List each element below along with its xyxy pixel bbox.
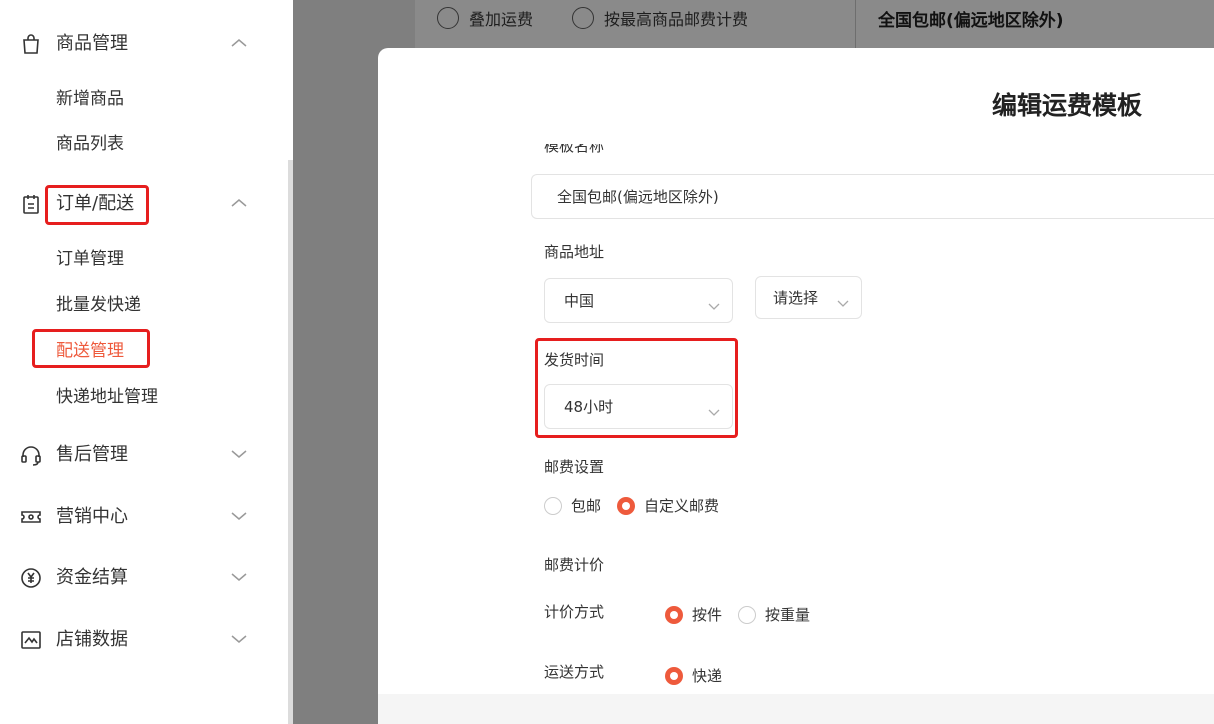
template-name-label: 模板名称 bbox=[544, 144, 605, 155]
sidebar-scrollbar[interactable] bbox=[288, 160, 293, 724]
sidebar-item-batch-shipping[interactable]: 批量发快递 bbox=[56, 293, 141, 317]
template-name-value: 全国包邮(偏远地区除外) bbox=[557, 188, 719, 206]
radio-icon bbox=[437, 7, 459, 29]
chevron-down-icon[interactable] bbox=[229, 569, 249, 585]
chevron-down-icon[interactable] bbox=[229, 508, 249, 524]
sidebar-group-store-data[interactable]: 店铺数据 bbox=[0, 619, 288, 659]
shopping-bag-icon bbox=[19, 32, 43, 56]
pricing-option-by-piece[interactable]: 按件 bbox=[665, 604, 722, 625]
background-radio-label: 叠加运费 bbox=[469, 10, 534, 29]
sidebar-item-add-product[interactable]: 新增商品 bbox=[56, 87, 124, 111]
region-placeholder: 请选择 bbox=[773, 289, 819, 307]
postage-option-label: 自定义邮费 bbox=[644, 497, 720, 515]
postage-pricing-label: 邮费计价 bbox=[544, 556, 605, 574]
chevron-down-icon[interactable] bbox=[229, 631, 249, 647]
sidebar-group-label: 售后管理 bbox=[56, 444, 128, 465]
postage-option-free[interactable]: 包邮 bbox=[544, 495, 601, 516]
country-value: 中国 bbox=[564, 292, 595, 310]
pricing-option-label: 按重量 bbox=[765, 606, 811, 624]
template-name-input[interactable]: 全国包邮(偏远地区除外) bbox=[531, 174, 1214, 219]
delivery-method-label: 运送方式 bbox=[544, 663, 605, 681]
chevron-down-icon bbox=[708, 297, 720, 310]
chevron-down-icon bbox=[837, 294, 849, 307]
background-radio-stack: 叠加运费 bbox=[437, 0, 533, 36]
pricing-option-label: 按件 bbox=[692, 606, 723, 624]
chevron-down-icon[interactable] bbox=[229, 446, 249, 462]
delivery-option-label: 快递 bbox=[692, 667, 723, 685]
sidebar-item-product-list[interactable]: 商品列表 bbox=[56, 132, 124, 156]
sidebar-item-express-address[interactable]: 快递地址管理 bbox=[56, 385, 158, 409]
radio-icon bbox=[572, 7, 594, 29]
sidebar-group-label: 资金结算 bbox=[56, 567, 128, 588]
radio-selected-icon bbox=[665, 666, 683, 685]
postage-option-label: 包邮 bbox=[571, 497, 602, 515]
sidebar-group-label: 店铺数据 bbox=[56, 629, 128, 650]
sidebar-group-label: 商品管理 bbox=[56, 33, 128, 54]
highlight-box bbox=[535, 338, 738, 438]
modal-footer bbox=[378, 694, 1214, 724]
sidebar: 商品管理 新增商品 商品列表 订单/配送 订单管理 批量发快递 配送管理 快递地… bbox=[0, 0, 293, 724]
sidebar-group-marketing[interactable]: 营销中心 bbox=[0, 496, 288, 536]
background-template-panel bbox=[415, 0, 1214, 48]
background-radio-highest: 按最高商品邮费计费 bbox=[572, 0, 748, 36]
background-divider bbox=[855, 0, 856, 48]
modal-title: 编辑运费模板 bbox=[992, 91, 1143, 120]
postage-setting-label: 邮费设置 bbox=[544, 458, 605, 476]
sidebar-group-after-sales[interactable]: 售后管理 bbox=[0, 434, 288, 474]
sidebar-group-settlement[interactable]: 资金结算 bbox=[0, 557, 288, 597]
pricing-option-by-weight[interactable]: 按重量 bbox=[738, 604, 810, 625]
highlight-box bbox=[32, 329, 150, 368]
chart-icon bbox=[19, 628, 43, 652]
edit-shipping-template-modal: 编辑运费模板 模板名称 全国包邮(偏远地区除外) 商品地址 中国 请选择 发货时… bbox=[378, 48, 1214, 724]
pricing-method-label: 计价方式 bbox=[544, 603, 605, 621]
background-template-name: 全国包邮(偏远地区除外) bbox=[878, 11, 1064, 31]
sidebar-group-products[interactable]: 商品管理 bbox=[0, 23, 288, 63]
radio-selected-icon bbox=[665, 605, 683, 624]
country-select[interactable]: 中国 bbox=[544, 278, 733, 323]
background-radio-label: 按最高商品邮费计费 bbox=[604, 10, 749, 29]
sidebar-group-label: 营销中心 bbox=[56, 506, 128, 527]
yen-coin-icon bbox=[19, 566, 43, 590]
product-address-label: 商品地址 bbox=[544, 243, 605, 261]
postage-option-custom[interactable]: 自定义邮费 bbox=[617, 495, 719, 516]
highlight-box bbox=[45, 185, 149, 225]
chevron-up-icon[interactable] bbox=[229, 35, 249, 51]
ticket-icon bbox=[19, 505, 43, 529]
order-clipboard-icon bbox=[19, 192, 43, 216]
sidebar-item-order-management[interactable]: 订单管理 bbox=[56, 247, 124, 271]
chevron-up-icon[interactable] bbox=[229, 195, 249, 211]
delivery-option-express[interactable]: 快递 bbox=[665, 665, 722, 686]
radio-icon bbox=[544, 496, 562, 515]
region-select[interactable]: 请选择 bbox=[755, 276, 862, 319]
headset-icon bbox=[19, 443, 43, 467]
radio-selected-icon bbox=[617, 496, 635, 515]
radio-icon bbox=[738, 605, 756, 624]
